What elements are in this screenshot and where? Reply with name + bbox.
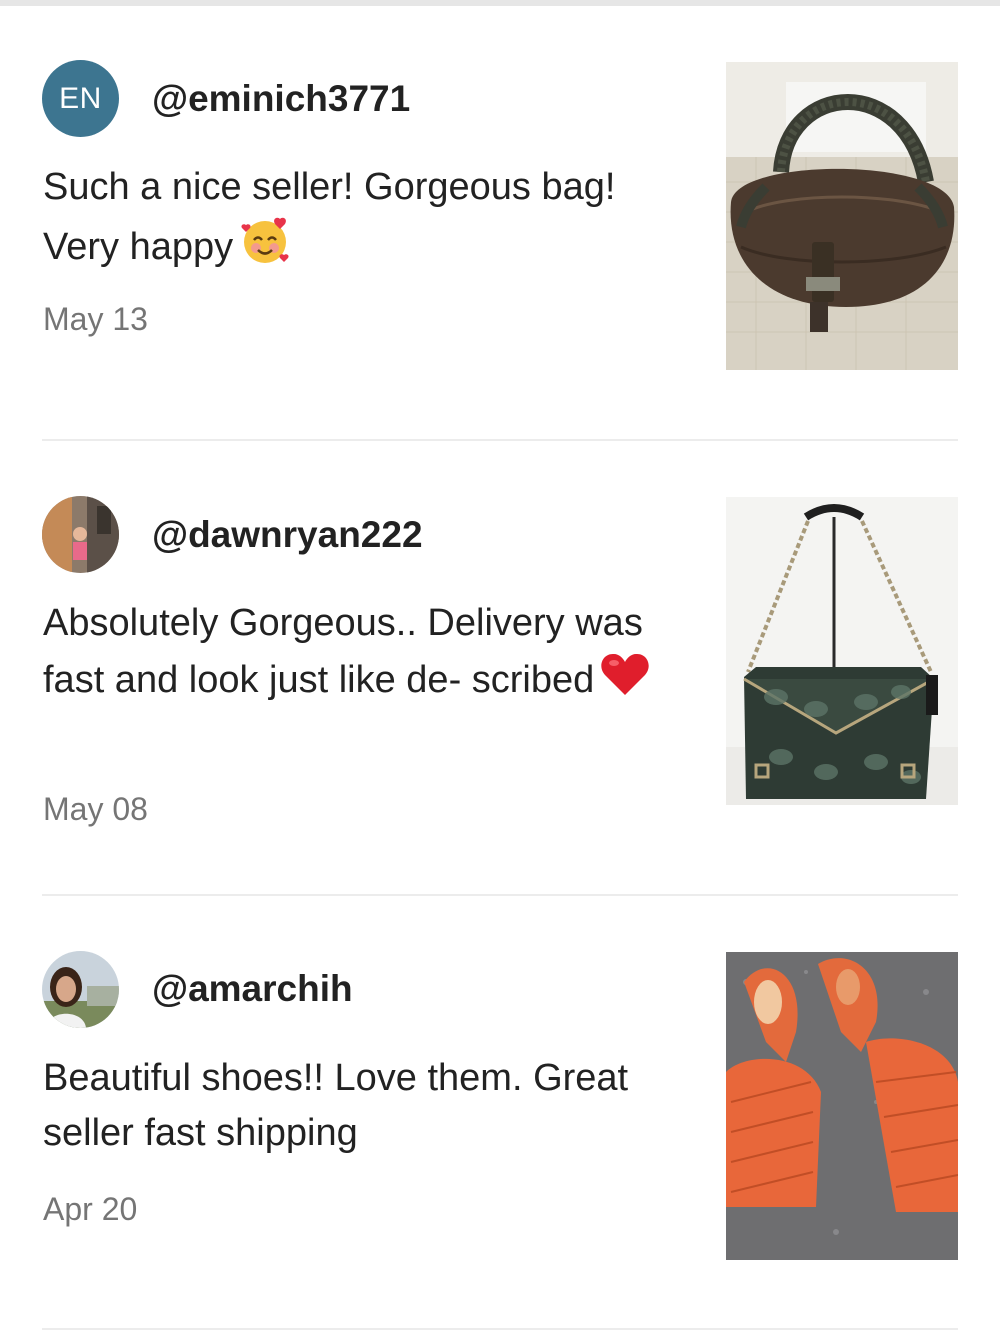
user-photo-child-icon bbox=[42, 496, 119, 573]
brown-leather-spy-bag-icon bbox=[726, 62, 958, 370]
review-divider bbox=[42, 439, 958, 441]
review-text-body: Absolutely Gorgeous.. Delivery was fast … bbox=[43, 602, 643, 702]
review-photo[interactable] bbox=[726, 497, 958, 805]
avatar-initials: EN bbox=[59, 81, 102, 115]
reviewer-username[interactable]: @amarchih bbox=[152, 968, 353, 1010]
review-photo[interactable] bbox=[726, 62, 958, 370]
review-date: May 13 bbox=[43, 301, 148, 337]
red-heart-icon bbox=[600, 651, 650, 713]
bottom-divider bbox=[42, 1328, 958, 1330]
avatar[interactable]: EN bbox=[42, 60, 119, 137]
review-text-body: Such a nice seller! Gorgeous bag! Very h… bbox=[43, 166, 616, 269]
orange-quilted-mule-sandals-icon bbox=[726, 952, 958, 1260]
review-text: Such a nice seller! Gorgeous bag! Very h… bbox=[43, 160, 683, 283]
user-photo-woman-icon bbox=[42, 951, 119, 1028]
avatar[interactable] bbox=[42, 496, 119, 573]
reviewer-username[interactable]: @dawnryan222 bbox=[152, 514, 423, 556]
review-date: Apr 20 bbox=[43, 1191, 138, 1227]
smiling-face-with-hearts-icon bbox=[239, 215, 291, 283]
review-text-body: Beautiful shoes!! Love them. Great selle… bbox=[43, 1057, 629, 1154]
review-text: Absolutely Gorgeous.. Delivery was fast … bbox=[43, 596, 683, 713]
review-date: May 08 bbox=[43, 791, 148, 827]
review-photo[interactable] bbox=[726, 952, 958, 1260]
reviewer-username[interactable]: @eminich3771 bbox=[152, 78, 410, 120]
avatar[interactable] bbox=[42, 951, 119, 1028]
top-divider bbox=[0, 0, 1000, 6]
python-print-chain-shoulder-bag-icon bbox=[726, 497, 958, 805]
review-divider bbox=[42, 894, 958, 896]
review-text: Beautiful shoes!! Love them. Great selle… bbox=[43, 1051, 683, 1161]
